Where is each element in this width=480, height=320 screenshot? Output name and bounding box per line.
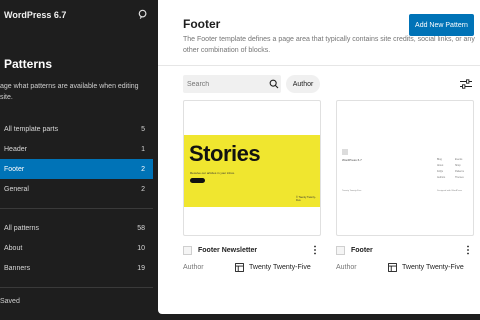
preview-link: Themes (455, 176, 464, 179)
sidebar-item-all-patterns[interactable]: All patterns 58 (0, 218, 153, 238)
sidebar-item-label: General (4, 185, 29, 193)
sidebar-heading: Patterns (4, 57, 53, 71)
sidebar-item-about[interactable]: About 10 (0, 238, 153, 258)
author-label: Author (183, 263, 204, 271)
preview-bottom-left: Twenty Twenty-Five (342, 190, 362, 192)
preview-links-col2: Events Shop Patterns Themes (455, 157, 464, 181)
theme-source: Twenty Twenty-Five (235, 262, 311, 272)
site-title[interactable]: WordPress 6.7 (4, 10, 66, 20)
sidebar-item-footer[interactable]: Footer 2 (0, 159, 153, 179)
card-title-row: Footer (336, 244, 474, 256)
sidebar-item-general[interactable]: General 2 (0, 179, 153, 199)
sidebar-item-label: All template parts (4, 125, 59, 133)
filter-toolbar: Author (183, 75, 478, 93)
sidebar-item-header[interactable]: Header 1 (0, 139, 153, 159)
search-icon[interactable] (138, 9, 149, 20)
preview-headline: Stories (189, 141, 261, 166)
pattern-preview[interactable]: Stories Receive our articles in your inb… (183, 100, 321, 236)
card-title-row: Footer Newsletter (183, 244, 321, 256)
sidebar-item-label: About (4, 244, 23, 252)
layout-icon (235, 262, 244, 272)
sidebar-divider (0, 287, 153, 288)
sidebar-item-label: Footer (4, 165, 25, 173)
preview-site-title: WordPress 6.7 (342, 158, 362, 162)
preview-logo (342, 149, 348, 155)
sidebar-description: age what patterns are available when edi… (0, 81, 152, 103)
search-box (183, 75, 281, 93)
preview-bottom-right: Designed with WordPress (437, 190, 463, 192)
select-checkbox[interactable] (183, 245, 192, 255)
preview-subscribe-button (190, 178, 205, 183)
sidebar-description-line: site. (0, 94, 13, 101)
search-input[interactable] (187, 75, 267, 93)
view-options-icon[interactable] (460, 79, 472, 89)
pattern-name[interactable]: Footer (351, 247, 373, 254)
sidebar-description-line: age what patterns are available when edi… (0, 83, 139, 90)
select-checkbox[interactable] (336, 245, 345, 255)
theme-source: Twenty Twenty-Five (388, 262, 464, 272)
more-actions-icon[interactable] (466, 245, 470, 255)
pattern-preview[interactable]: WordPress 6.7 Blog About FAQs Authors Ev… (336, 100, 474, 236)
page-title: Footer (183, 17, 221, 31)
sidebar-item-count: 10 (137, 244, 145, 252)
sidebar-divider (0, 208, 153, 209)
theme-name: Twenty Twenty-Five (249, 263, 311, 271)
preview-link: Authors (437, 176, 446, 179)
add-new-pattern-button[interactable]: Add New Pattern (409, 14, 474, 36)
author-label: Author (336, 263, 357, 271)
sidebar-item-banners[interactable]: Banners 19 (0, 258, 153, 278)
save-status: Saved (0, 298, 20, 305)
patterns-main-panel: Footer The Footer template defines a pag… (158, 0, 480, 314)
theme-name: Twenty Twenty-Five (402, 263, 464, 271)
more-actions-icon[interactable] (313, 245, 317, 255)
sidebar-item-count: 2 (141, 185, 145, 193)
card-meta: Author Twenty Twenty-Five (183, 261, 321, 273)
sidebar: WordPress 6.7 Patterns age what patterns… (0, 0, 158, 320)
sidebar-item-count: 5 (141, 125, 145, 133)
preview-subtext: Receive our articles in your inbox. (190, 171, 236, 175)
page-description: The Footer template defines a page area … (183, 36, 475, 54)
card-meta: Author Twenty Twenty-Five (336, 261, 474, 273)
sidebar-item-label: Banners (4, 264, 31, 272)
main-header: Footer The Footer template defines a pag… (158, 0, 480, 66)
sidebar-item-count: 58 (137, 224, 145, 232)
sidebar-item-count: 19 (137, 264, 145, 272)
sidebar-item-count: 2 (141, 165, 145, 173)
layout-icon (388, 262, 397, 272)
search-icon (269, 79, 279, 89)
preview-credit: © Twenty Twenty-Five (296, 196, 316, 202)
pattern-name[interactable]: Footer Newsletter (198, 247, 257, 254)
author-filter-button[interactable]: Author (286, 75, 320, 93)
newsletter-banner: Stories Receive our articles in your inb… (184, 135, 320, 207)
sidebar-item-all-template-parts[interactable]: All template parts 5 (0, 119, 153, 139)
sidebar-item-label: All patterns (4, 224, 40, 232)
preview-links-col1: Blog About FAQs Authors (437, 157, 445, 181)
sidebar-item-label: Header (4, 145, 27, 153)
sidebar-item-count: 1 (141, 145, 145, 153)
